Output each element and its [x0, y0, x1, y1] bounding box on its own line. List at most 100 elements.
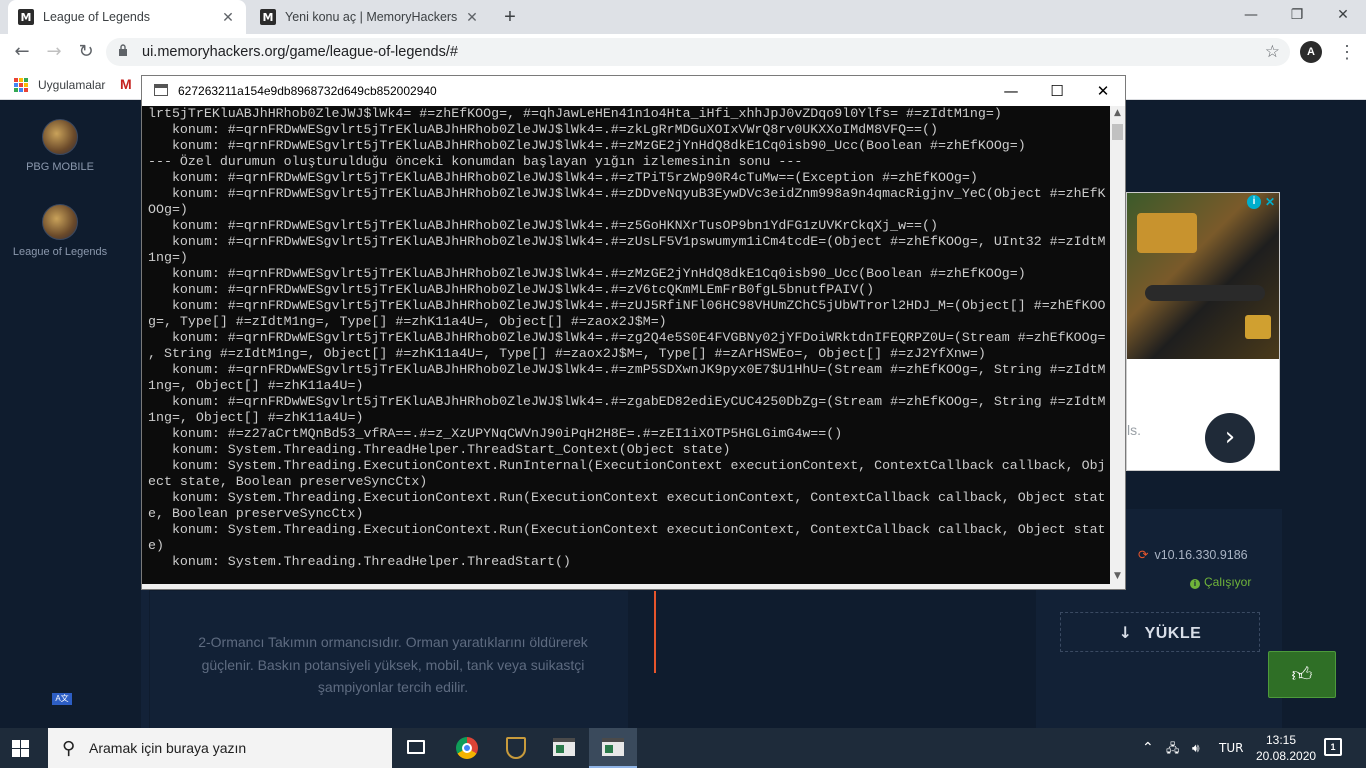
taskbar-league[interactable]	[492, 728, 540, 768]
forward-arrow-icon[interactable]: →	[42, 40, 66, 64]
console-line: konum: #=qrnFRDwWESgvlrt5jTrEKluABJhHRho…	[148, 218, 938, 233]
console-line: konum: #=qrnFRDwWESgvlrt5jTrEKluABJhHRho…	[148, 298, 1106, 313]
ad-info-icon[interactable]: i	[1247, 195, 1261, 209]
console-line: 1ng=, Object[] #=zhK11a4U=)	[148, 378, 364, 393]
ad-text: ls.	[1127, 422, 1141, 438]
browser-tabstrip: M League of Legends ✕ M Yeni konu aç | M…	[0, 0, 1366, 34]
console-line: --- Özel durumun oluşturulduğu önceki ko…	[148, 154, 803, 169]
console-scrollbar[interactable]: ▲ ▼	[1110, 106, 1125, 584]
console-line: e)	[148, 538, 164, 553]
network-icon[interactable]: 🖧︎	[1166, 728, 1179, 768]
console-output[interactable]: lrt5jTrEKluABJhHRhob0ZleJWJ$lWk4= #=zhEf…	[148, 106, 1110, 584]
advertisement[interactable]: i ✕ ls. ›	[1126, 192, 1280, 471]
new-tab-button[interactable]: +	[498, 5, 522, 29]
console-minimize-icon[interactable]: —	[988, 76, 1034, 106]
tab-yeni-konu[interactable]: M Yeni konu aç | MemoryHackers ✕	[250, 0, 490, 34]
chrome-menu-icon[interactable]: ⋮	[1338, 40, 1356, 64]
windows-start-icon[interactable]	[12, 740, 30, 757]
sidebar-game-pbg[interactable]: PBG MOBILE	[0, 119, 120, 173]
search-placeholder: Aramak için buraya yazın	[89, 740, 247, 756]
console-window[interactable]: 627263211a154e9db8968732d649cb852002940 …	[141, 75, 1126, 590]
reload-icon[interactable]: ↻	[74, 40, 98, 64]
thumbs-up-icon: 👍︎	[1291, 662, 1313, 686]
game-thumbnail	[42, 119, 78, 155]
console-line: konum: #=qrnFRDwWESgvlrt5jTrEKluABJhHRho…	[148, 138, 1026, 153]
bookmark-memoryhackers[interactable]: M	[120, 76, 132, 92]
download-label: YÜKLE	[1144, 625, 1202, 642]
like-button[interactable]: 👍︎	[1268, 651, 1336, 698]
console-line: konum: #=qrnFRDwWESgvlrt5jTrEKluABJhHRho…	[148, 362, 1106, 377]
game-label: PBG MOBILE	[26, 161, 94, 173]
memoryhackers-favicon-icon: M	[18, 9, 34, 25]
console-close-icon[interactable]: ✕	[1080, 76, 1126, 106]
status-text: Çalışıyor	[1204, 575, 1252, 589]
translate-badge[interactable]: A文	[52, 693, 72, 705]
refresh-icon[interactable]: ⟳	[1138, 547, 1148, 562]
download-button[interactable]: ↓ YÜKLE	[1060, 612, 1260, 652]
status-check-icon: i	[1190, 579, 1200, 589]
console-line: 1ng=, Object[] #=zhK11a4U=)	[148, 410, 364, 425]
league-client-icon	[506, 737, 526, 759]
scroll-down-icon[interactable]: ▼	[1110, 569, 1125, 584]
lock-icon	[119, 44, 127, 56]
profile-avatar[interactable]: A	[1300, 41, 1322, 63]
back-arrow-icon[interactable]: ←	[10, 40, 34, 64]
memoryhackers-favicon-icon: M	[260, 9, 276, 25]
minimize-icon[interactable]: —	[1228, 0, 1274, 30]
accent-divider	[654, 591, 656, 673]
console-line: konum: #=qrnFRDwWESgvlrt5jTrEKluABJhHRho…	[148, 186, 1106, 201]
console-line: lrt5jTrEKluABJhHRhob0ZleJWJ$lWk4= #=zhEf…	[148, 106, 1002, 121]
clock-time: 13:15	[1265, 733, 1297, 747]
console-line: konum: System.Threading.ExecutionContext…	[148, 522, 1106, 537]
console-maximize-icon[interactable]: ☐	[1034, 76, 1080, 106]
task-view-button[interactable]	[392, 728, 440, 768]
console-line: konum: #=qrnFRDwWESgvlrt5jTrEKluABJhHRho…	[148, 394, 1106, 409]
taskbar-console[interactable]	[589, 728, 637, 768]
scroll-up-icon[interactable]: ▲	[1110, 106, 1125, 121]
console-line: g=, Type[] #=zIdtM1ng=, Type[] #=zhK11a4…	[148, 314, 667, 329]
console-line: , String #=zIdtM1ng=, Object[] #=zhK11a4…	[148, 346, 986, 361]
bookmark-star-icon[interactable]: ☆	[1265, 38, 1280, 66]
tab-close-icon[interactable]: ✕	[464, 9, 480, 26]
console-line: konum: #=qrnFRDwWESgvlrt5jTrEKluABJhHRho…	[148, 282, 875, 297]
tray-chevron-up-icon[interactable]: ⌃	[1142, 728, 1154, 768]
browser-toolbar: ← → ↻ ui.memoryhackers.org/game/league-o…	[0, 34, 1366, 70]
bookmark-apps-label[interactable]: Uygulamalar	[38, 70, 105, 100]
apps-grid-icon[interactable]	[14, 78, 28, 92]
console-line: konum: #=qrnFRDwWESgvlrt5jTrEKluABJhHRho…	[148, 330, 1106, 345]
console-line: konum: System.Threading.ExecutionContext…	[148, 490, 1106, 505]
sidebar-game-lol[interactable]: League of Legends	[0, 204, 120, 258]
close-window-icon[interactable]: ✕	[1320, 0, 1366, 30]
version-text: v10.16.330.9186	[1154, 548, 1248, 562]
game-label: League of Legends	[12, 246, 108, 258]
tab-league-of-legends[interactable]: M League of Legends ✕	[8, 0, 246, 34]
scroll-thumb[interactable]	[1112, 124, 1123, 140]
console-titlebar[interactable]: 627263211a154e9db8968732d649cb852002940 …	[142, 76, 1125, 106]
search-icon: ⚲	[62, 738, 76, 759]
tab-close-icon[interactable]: ✕	[220, 9, 236, 26]
console-title: 627263211a154e9db8968732d649cb852002940	[178, 84, 437, 98]
volume-icon[interactable]: 🔊︎	[1192, 728, 1200, 768]
chrome-icon	[456, 737, 478, 759]
taskbar-search[interactable]: ⚲ Aramak için buraya yazın	[48, 728, 392, 768]
ad-close-icon[interactable]: ✕	[1263, 195, 1277, 209]
console-line: konum: System.Threading.ThreadHelper.Thr…	[148, 554, 571, 569]
ad-next-arrow-icon[interactable]: ›	[1205, 413, 1255, 463]
taskbar-app-window[interactable]	[540, 728, 588, 768]
restore-icon[interactable]: ❐	[1274, 0, 1320, 30]
clock[interactable]: 13:15 20.08.2020	[1256, 732, 1316, 764]
address-bar[interactable]: ui.memoryhackers.org/game/league-of-lege…	[106, 38, 1290, 66]
console-line: konum: #=z27aCrtMQnBd53_vfRA==.#=z_XzUPY…	[148, 426, 843, 441]
console-line: konum: System.Threading.ThreadHelper.Thr…	[148, 442, 731, 457]
notification-center-icon[interactable]: 1	[1324, 738, 1342, 756]
console-line: konum: System.Threading.ExecutionContext…	[148, 458, 1106, 473]
language-indicator[interactable]: TUR	[1219, 728, 1243, 768]
role-description: 2-Ormancı Takımın ormancısıdır. Orman ya…	[198, 634, 588, 695]
console-line: konum: #=qrnFRDwWESgvlrt5jTrEKluABJhHRho…	[148, 122, 938, 137]
url-text: ui.memoryhackers.org/game/league-of-lege…	[142, 44, 458, 60]
version-label: ⟳ v10.16.330.9186	[1138, 547, 1248, 562]
console-window-icon	[602, 738, 624, 756]
ad-game-image	[1127, 193, 1279, 359]
console-bottom-border	[142, 584, 1125, 589]
taskbar-chrome[interactable]	[443, 728, 491, 768]
